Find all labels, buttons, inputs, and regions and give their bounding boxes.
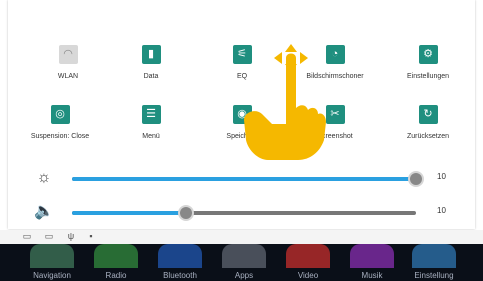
gesture-hand-overlay (244, 44, 326, 160)
pointing-hand-icon (244, 53, 326, 160)
